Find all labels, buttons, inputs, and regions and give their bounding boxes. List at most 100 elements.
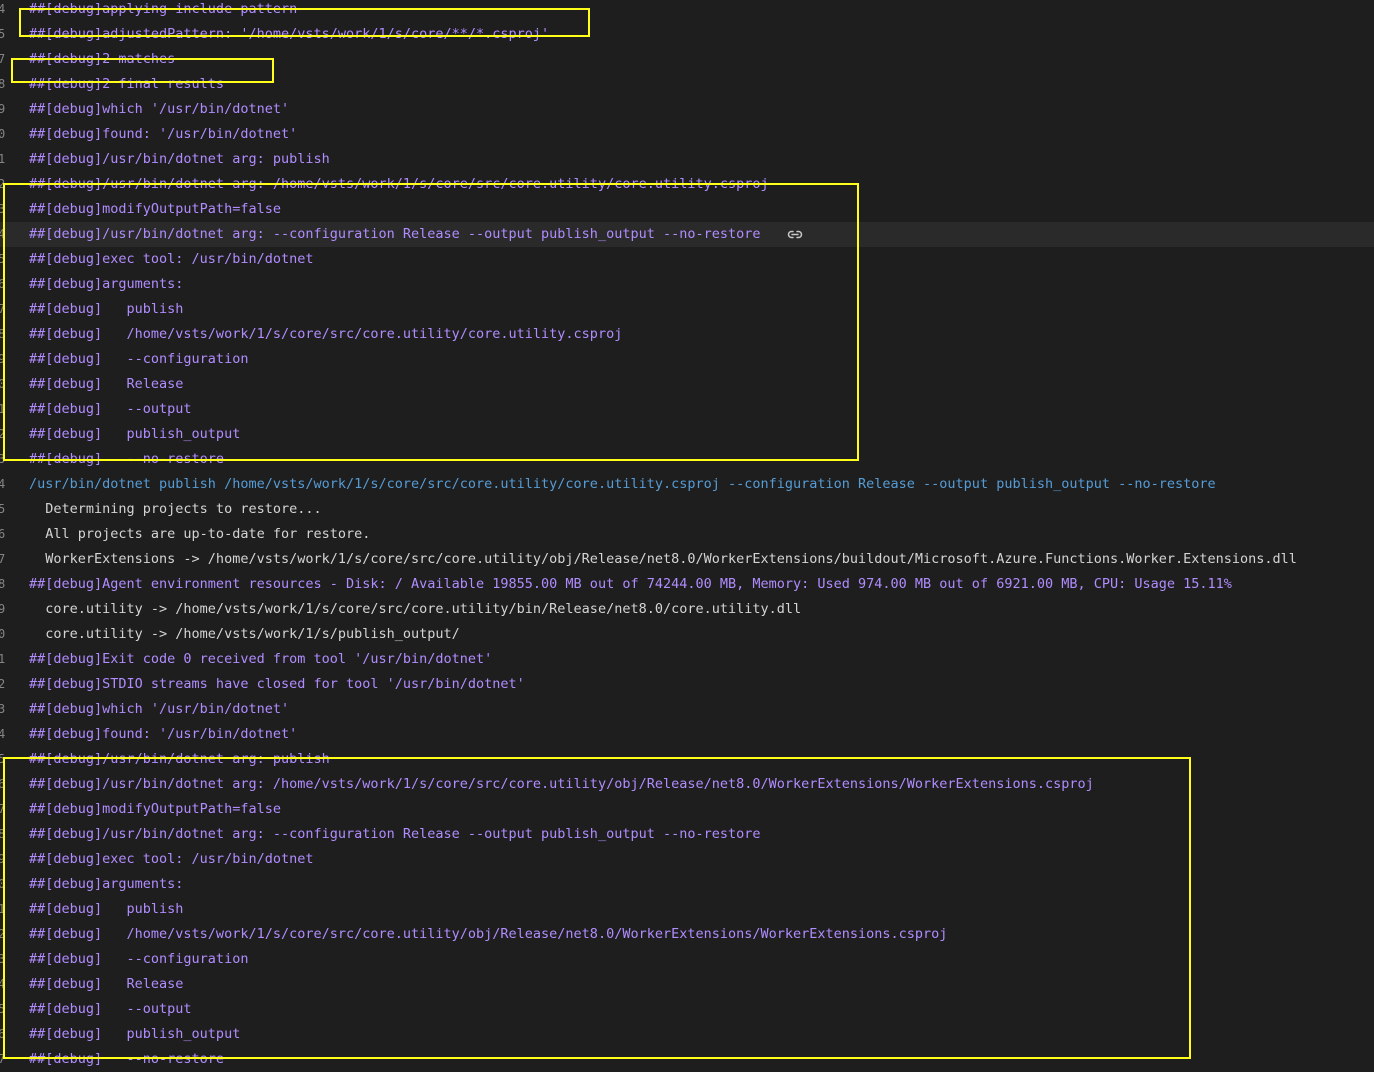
line-number: 9 <box>0 102 6 116</box>
log-line[interactable]: 0 core.utility -> /home/vsts/work/1/s/pu… <box>0 622 1374 647</box>
log-text: ##[debug]/usr/bin/dotnet arg: publish <box>29 151 330 167</box>
line-number: 2 <box>0 677 6 691</box>
line-number: 5 <box>0 27 6 41</box>
log-text: ##[debug]STDIO streams have closed for t… <box>29 676 525 692</box>
log-line[interactable]: 1 ##[debug]Exit code 0 received from tool… <box>0 647 1374 672</box>
log-text: ##[debug]2 matches <box>29 51 176 67</box>
line-number: 7 <box>0 552 6 566</box>
line-number: 0 <box>0 127 6 141</box>
line-number: 8 <box>0 77 6 91</box>
log-line[interactable]: 7 ##[debug] publish <box>0 297 1374 322</box>
log-line[interactable]: 9 ##[debug]exec tool: /usr/bin/dotnet <box>0 847 1374 872</box>
line-number: 6 <box>0 527 6 541</box>
log-line[interactable]: 7 ##[debug]2 matches <box>0 47 1374 72</box>
log-text: ##[debug] publish_output <box>29 1026 241 1042</box>
log-line[interactable]: 4/usr/bin/dotnet publish /home/vsts/work… <box>0 472 1374 497</box>
line-number: 7 <box>0 802 6 816</box>
log-line[interactable]: 9 ##[debug]which '/usr/bin/dotnet' <box>0 97 1374 122</box>
line-number: 8 <box>0 827 6 841</box>
log-line[interactable]: 8 ##[debug] /home/vsts/work/1/s/core/src/… <box>0 322 1374 347</box>
log-line[interactable]: 4 ##[debug]/usr/bin/dotnet arg: --configu… <box>0 222 1374 247</box>
log-text: ##[debug]modifyOutputPath=false <box>29 201 281 217</box>
log-line[interactable]: 9 ##[debug] --configuration <box>0 347 1374 372</box>
log-text: ##[debug]exec tool: /usr/bin/dotnet <box>29 251 314 267</box>
log-text: ##[debug]Agent environment resources - D… <box>29 576 1232 592</box>
log-line[interactable]: 1 ##[debug]/usr/bin/dotnet arg: publish <box>0 147 1374 172</box>
log-line[interactable]: 4 ##[debug]applying include pattern <box>0 0 1374 22</box>
log-text: ##[debug]/usr/bin/dotnet arg: publish <box>29 751 330 767</box>
log-line[interactable]: 3 ##[debug]modifyOutputPath=false <box>0 197 1374 222</box>
log-line[interactable]: 5 ##[debug] --output <box>0 997 1374 1022</box>
log-line[interactable]: 2 ##[debug] publish_output <box>0 422 1374 447</box>
link-icon[interactable] <box>787 228 803 241</box>
log-text: ##[debug] publish <box>29 301 184 317</box>
line-number: 5 <box>0 252 6 266</box>
log-text: ##[debug]which '/usr/bin/dotnet' <box>29 101 290 117</box>
log-line[interactable]: 8 ##[debug]Agent environment resources - … <box>0 572 1374 597</box>
log-line[interactable]: 8 ##[debug]2 final results <box>0 72 1374 97</box>
log-line[interactable]: 2 ##[debug]STDIO streams have closed for … <box>0 672 1374 697</box>
line-number: 2 <box>0 927 6 941</box>
log-text: ##[debug]applying include pattern <box>29 1 298 17</box>
log-line[interactable]: 9 core.utility -> /home/vsts/work/1/s/co… <box>0 597 1374 622</box>
line-number: 5 <box>0 502 6 516</box>
line-number: 1 <box>0 652 6 666</box>
line-number: 0 <box>0 377 6 391</box>
log-text: ##[debug]Exit code 0 received from tool … <box>29 651 493 667</box>
log-text: ##[debug]found: '/usr/bin/dotnet' <box>29 726 298 742</box>
line-number: 5 <box>0 1002 6 1016</box>
log-line[interactable]: 2 ##[debug] /home/vsts/work/1/s/core/src/… <box>0 922 1374 947</box>
log-text: ##[debug] --no-restore <box>29 1051 225 1067</box>
line-number: 4 <box>0 477 6 491</box>
log-text: ##[debug]2 final results <box>29 76 225 92</box>
log-line[interactable]: 7 ##[debug] --no-restore <box>0 1047 1374 1072</box>
log-line[interactable]: 5 ##[debug]adjustedPattern: '/home/vsts/w… <box>0 22 1374 47</box>
log-line[interactable]: 6 ##[debug] publish_output <box>0 1022 1374 1047</box>
log-text: ##[debug]exec tool: /usr/bin/dotnet <box>29 851 314 867</box>
log-line[interactable]: 0 ##[debug]found: '/usr/bin/dotnet' <box>0 122 1374 147</box>
log-line[interactable]: 5 ##[debug]exec tool: /usr/bin/dotnet <box>0 247 1374 272</box>
log-text: ##[debug]/usr/bin/dotnet arg: --configur… <box>29 826 761 842</box>
log-text: ##[debug] Release <box>29 976 184 992</box>
line-number: 1 <box>0 402 6 416</box>
log-line[interactable]: 8 ##[debug]/usr/bin/dotnet arg: --configu… <box>0 822 1374 847</box>
log-text: ##[debug] --configuration <box>29 951 249 967</box>
log-text: ##[debug]modifyOutputPath=false <box>29 801 281 817</box>
line-number: 6 <box>0 1027 6 1041</box>
log-line[interactable]: 7 ##[debug]modifyOutputPath=false <box>0 797 1374 822</box>
log-line[interactable]: 4 ##[debug]found: '/usr/bin/dotnet' <box>0 722 1374 747</box>
log-line[interactable]: 6 ##[debug]/usr/bin/dotnet arg: /home/vst… <box>0 772 1374 797</box>
log-line[interactable]: 3 ##[debug] --configuration <box>0 947 1374 972</box>
line-number: 9 <box>0 602 6 616</box>
log-line[interactable]: 1 ##[debug] --output <box>0 397 1374 422</box>
log-line[interactable]: 0 ##[debug]arguments: <box>0 872 1374 897</box>
log-text: ##[debug] /home/vsts/work/1/s/core/src/c… <box>29 326 623 342</box>
log-line[interactable]: 5 Determining projects to restore... <box>0 497 1374 522</box>
log-line[interactable]: 7 WorkerExtensions -> /home/vsts/work/1/… <box>0 547 1374 572</box>
line-number: 7 <box>0 1052 6 1066</box>
log-line[interactable]: 2 ##[debug]/usr/bin/dotnet arg: /home/vst… <box>0 172 1374 197</box>
line-number: 7 <box>0 52 6 66</box>
log-text: ##[debug]arguments: <box>29 876 184 892</box>
log-line[interactable]: 6 ##[debug]arguments: <box>0 272 1374 297</box>
line-number: 1 <box>0 152 6 166</box>
log-line[interactable]: 6 All projects are up-to-date for restor… <box>0 522 1374 547</box>
line-number: 4 <box>0 727 6 741</box>
log-text: ##[debug] --no-restore <box>29 451 225 467</box>
log-line[interactable]: 4 ##[debug] Release <box>0 972 1374 997</box>
log-line[interactable]: 0 ##[debug] Release <box>0 372 1374 397</box>
log-text: ##[debug] --output <box>29 401 192 417</box>
log-line[interactable]: 5 ##[debug]/usr/bin/dotnet arg: publish <box>0 747 1374 772</box>
log-line[interactable]: 3 ##[debug] --no-restore <box>0 447 1374 472</box>
log-text: Determining projects to restore... <box>29 501 322 517</box>
line-number: 8 <box>0 577 6 591</box>
line-number: 1 <box>0 902 6 916</box>
log-line[interactable]: 3 ##[debug]which '/usr/bin/dotnet' <box>0 697 1374 722</box>
line-number: 4 <box>0 227 6 241</box>
log-text: ##[debug] publish <box>29 901 184 917</box>
log-text: ##[debug]/usr/bin/dotnet arg: /home/vsts… <box>29 776 1094 792</box>
log-text: ##[debug] publish_output <box>29 426 241 442</box>
log-line[interactable]: 1 ##[debug] publish <box>0 897 1374 922</box>
line-number: 0 <box>0 877 6 891</box>
line-number: 3 <box>0 452 6 466</box>
